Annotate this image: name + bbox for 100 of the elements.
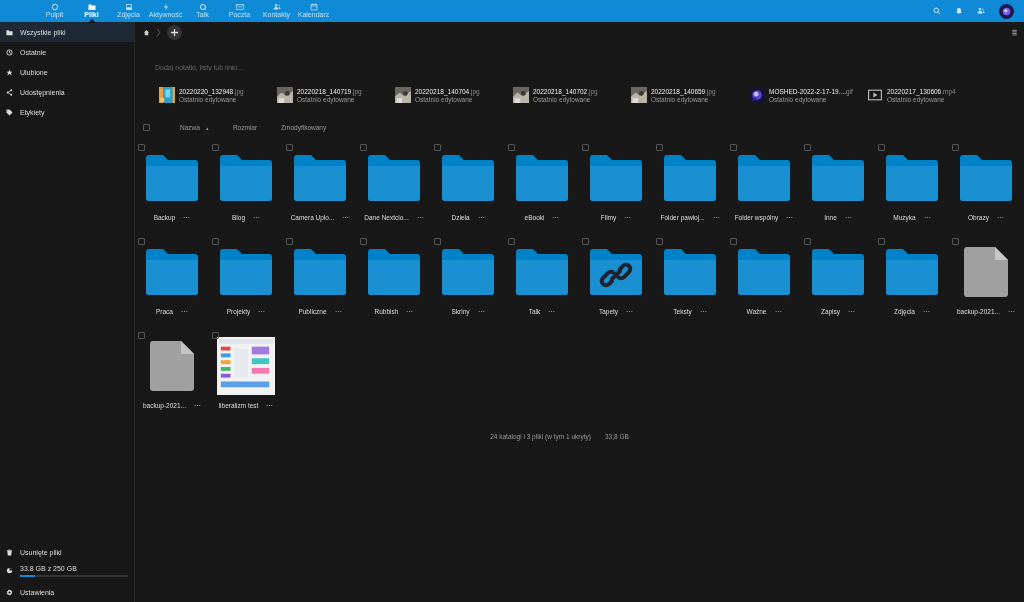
select-all-checkbox[interactable]	[143, 123, 150, 131]
checkbox[interactable]	[878, 238, 885, 245]
folder-icon[interactable]	[812, 249, 864, 295]
more-options-icon[interactable]	[624, 215, 632, 219]
plus-icon	[170, 27, 179, 37]
folder-icon[interactable]	[516, 155, 568, 201]
more-options-icon[interactable]	[923, 309, 930, 313]
checkbox[interactable]	[656, 238, 663, 245]
more-options-icon[interactable]	[548, 309, 556, 313]
folder-icon[interactable]	[220, 249, 272, 295]
trash-icon	[6, 548, 13, 556]
more-options-icon[interactable]	[183, 215, 191, 219]
settings-icon	[6, 588, 13, 596]
folder-icon[interactable]	[442, 155, 494, 201]
more-options-icon[interactable]	[416, 215, 424, 219]
folder-icon[interactable]	[886, 155, 938, 201]
folder-icon[interactable]	[812, 155, 864, 201]
more-options-icon[interactable]	[712, 215, 720, 219]
contacts-icon[interactable]	[977, 7, 985, 15]
folder-icon[interactable]	[664, 155, 716, 201]
lightning-icon	[161, 3, 170, 11]
folder-icon[interactable]	[516, 249, 568, 295]
more-options-icon[interactable]	[406, 309, 414, 313]
add-button[interactable]	[167, 24, 182, 40]
checkbox[interactable]	[434, 238, 441, 245]
home-icon[interactable]	[143, 28, 150, 36]
more-options-icon[interactable]	[181, 309, 188, 313]
checkbox[interactable]	[286, 238, 293, 245]
star-icon	[6, 68, 13, 76]
checkbox[interactable]	[508, 238, 515, 245]
folder-icon[interactable]	[590, 155, 642, 201]
folder-icon[interactable]	[368, 155, 420, 201]
folder-icon[interactable]	[368, 249, 420, 295]
more-options-icon[interactable]	[266, 403, 274, 407]
shared-folder-icon[interactable]	[590, 249, 642, 295]
circle-icon	[50, 3, 59, 11]
folder-icon[interactable]	[220, 155, 272, 201]
more-options-icon[interactable]	[552, 215, 560, 219]
checkbox[interactable]	[878, 144, 885, 151]
checkbox[interactable]	[434, 144, 441, 151]
checkbox[interactable]	[360, 238, 367, 245]
list-view-icon[interactable]	[1011, 28, 1018, 36]
checkbox[interactable]	[730, 238, 737, 245]
folder-icon[interactable]	[738, 155, 790, 201]
checkbox[interactable]	[138, 144, 145, 151]
checkbox[interactable]	[730, 144, 737, 151]
folder-icon[interactable]	[738, 249, 790, 295]
more-options-icon[interactable]	[342, 215, 350, 219]
tag-icon	[6, 108, 13, 116]
folder-icon[interactable]	[146, 249, 198, 295]
more-options-icon[interactable]	[1008, 309, 1015, 313]
checkbox[interactable]	[804, 238, 811, 245]
file-icon[interactable]	[150, 341, 194, 391]
folder-icon[interactable]	[960, 155, 1012, 201]
checkbox[interactable]	[804, 144, 811, 151]
folder-icon	[87, 3, 96, 11]
checkbox[interactable]	[138, 238, 145, 245]
folder-icon[interactable]	[294, 155, 346, 201]
checkbox[interactable]	[508, 144, 515, 151]
more-options-icon[interactable]	[848, 309, 856, 313]
search-icon[interactable]	[933, 7, 941, 15]
checkbox[interactable]	[212, 144, 219, 151]
more-options-icon[interactable]	[699, 309, 707, 313]
more-options-icon[interactable]	[626, 309, 634, 313]
more-options-icon[interactable]	[194, 403, 201, 407]
share-icon	[6, 88, 13, 96]
checkbox[interactable]	[582, 238, 589, 245]
checkbox[interactable]	[952, 144, 959, 151]
chat-icon	[198, 3, 207, 11]
checkbox[interactable]	[656, 144, 663, 151]
checkbox[interactable]	[286, 144, 293, 151]
folder-icon[interactable]	[294, 249, 346, 295]
more-options-icon[interactable]	[996, 215, 1004, 219]
notification-bell-icon[interactable]	[955, 7, 963, 15]
avatar-icon[interactable]	[999, 3, 1014, 19]
video-icon	[867, 87, 883, 103]
folder-icon[interactable]	[146, 155, 198, 201]
checkbox[interactable]	[582, 144, 589, 151]
folder-icon[interactable]	[664, 249, 716, 295]
more-options-icon[interactable]	[334, 309, 342, 313]
more-options-icon[interactable]	[253, 215, 260, 219]
image-icon	[124, 3, 133, 11]
checkbox[interactable]	[212, 238, 219, 245]
more-options-icon[interactable]	[844, 215, 852, 219]
more-options-icon[interactable]	[774, 309, 782, 313]
more-options-icon[interactable]	[477, 215, 485, 219]
more-options-icon[interactable]	[477, 309, 485, 313]
file-icon[interactable]	[964, 247, 1008, 297]
folder-icon	[6, 28, 13, 36]
checkbox[interactable]	[138, 332, 145, 339]
folder-icon[interactable]	[886, 249, 938, 295]
checkbox[interactable]	[360, 144, 367, 151]
calendar-icon	[309, 3, 318, 11]
more-options-icon[interactable]	[923, 215, 931, 219]
chevron-right-icon	[156, 26, 161, 38]
mail-icon	[235, 3, 244, 11]
more-options-icon[interactable]	[258, 309, 266, 313]
folder-icon[interactable]	[442, 249, 494, 295]
more-options-icon[interactable]	[786, 215, 794, 219]
checkbox[interactable]	[952, 238, 959, 245]
